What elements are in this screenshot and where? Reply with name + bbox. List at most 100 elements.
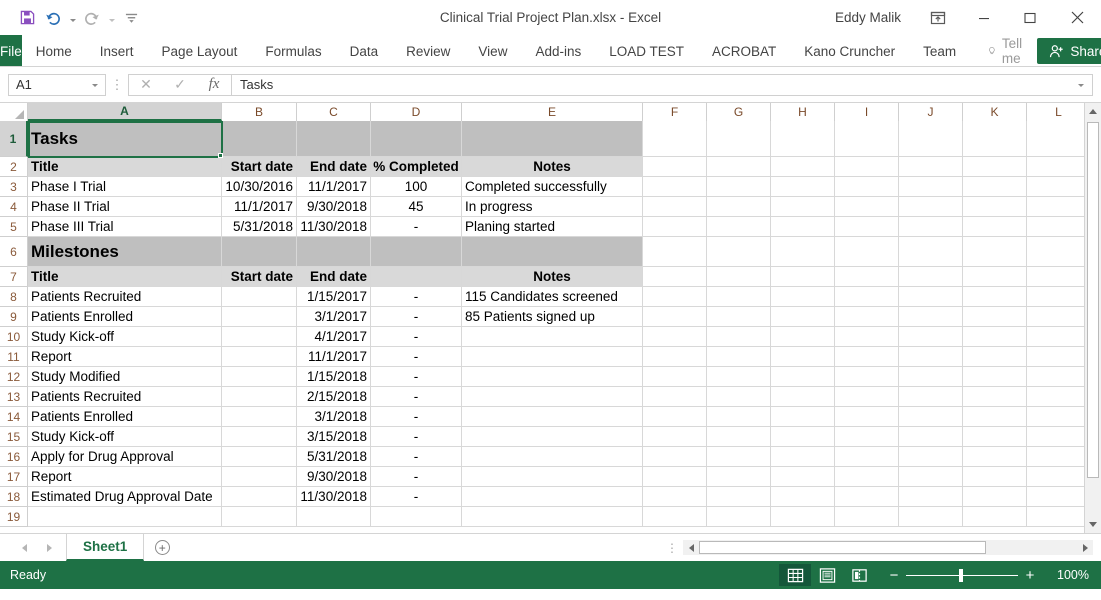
cell-L17[interactable] xyxy=(1027,467,1091,487)
scroll-up-icon[interactable] xyxy=(1085,103,1101,120)
cell-F1[interactable] xyxy=(643,121,707,157)
cell-D5[interactable]: - xyxy=(371,217,462,237)
cell-F10[interactable] xyxy=(643,327,707,347)
cell-K16[interactable] xyxy=(963,447,1027,467)
cell-B8[interactable] xyxy=(222,287,297,307)
cell-C16[interactable]: 5/31/2018 xyxy=(297,447,371,467)
cell-L4[interactable] xyxy=(1027,197,1091,217)
cell-F11[interactable] xyxy=(643,347,707,367)
cell-K13[interactable] xyxy=(963,387,1027,407)
cell-B2[interactable]: Start date xyxy=(222,157,297,177)
cell-B11[interactable] xyxy=(222,347,297,367)
cell-A1[interactable]: Tasks xyxy=(28,121,222,157)
cell-G16[interactable] xyxy=(707,447,771,467)
cell-A5[interactable]: Phase III Trial xyxy=(28,217,222,237)
cell-E7[interactable]: Notes xyxy=(462,267,643,287)
cell-F16[interactable] xyxy=(643,447,707,467)
redo-dropdown-icon[interactable] xyxy=(105,6,118,30)
cell-L19[interactable] xyxy=(1027,507,1091,527)
cell-B5[interactable]: 5/31/2018 xyxy=(222,217,297,237)
cell-D14[interactable]: - xyxy=(371,407,462,427)
tab-formulas[interactable]: Formulas xyxy=(251,35,335,67)
cell-H6[interactable] xyxy=(771,237,835,267)
cell-E9[interactable]: 85 Patients signed up xyxy=(462,307,643,327)
name-box[interactable]: A1 xyxy=(8,73,106,96)
insert-function-icon[interactable]: fx xyxy=(197,75,231,95)
cell-G4[interactable] xyxy=(707,197,771,217)
tab-insert[interactable]: Insert xyxy=(86,35,148,67)
cell-K11[interactable] xyxy=(963,347,1027,367)
cell-C11[interactable]: 11/1/2017 xyxy=(297,347,371,367)
cell-A15[interactable]: Study Kick-off xyxy=(28,427,222,447)
cell-C12[interactable]: 1/15/2018 xyxy=(297,367,371,387)
add-sheet-button[interactable]: + xyxy=(144,534,180,561)
cell-F6[interactable] xyxy=(643,237,707,267)
cell-G9[interactable] xyxy=(707,307,771,327)
cell-J16[interactable] xyxy=(899,447,963,467)
cell-L6[interactable] xyxy=(1027,237,1091,267)
cell-H9[interactable] xyxy=(771,307,835,327)
undo-icon[interactable] xyxy=(40,6,66,30)
cell-J6[interactable] xyxy=(899,237,963,267)
cell-L2[interactable] xyxy=(1027,157,1091,177)
cell-G17[interactable] xyxy=(707,467,771,487)
cell-D3[interactable]: 100 xyxy=(371,177,462,197)
row-header-11[interactable]: 11 xyxy=(0,347,28,367)
cell-H17[interactable] xyxy=(771,467,835,487)
cell-J5[interactable] xyxy=(899,217,963,237)
row-header-10[interactable]: 10 xyxy=(0,327,28,347)
page-break-preview-button[interactable] xyxy=(843,564,875,586)
cell-A11[interactable]: Report xyxy=(28,347,222,367)
cell-A19[interactable] xyxy=(28,507,222,527)
cell-G14[interactable] xyxy=(707,407,771,427)
cell-G1[interactable] xyxy=(707,121,771,157)
cell-I13[interactable] xyxy=(835,387,899,407)
cell-B3[interactable]: 10/30/2016 xyxy=(222,177,297,197)
cell-D18[interactable]: - xyxy=(371,487,462,507)
column-header-H[interactable]: H xyxy=(771,103,835,121)
row-header-12[interactable]: 12 xyxy=(0,367,28,387)
cell-F9[interactable] xyxy=(643,307,707,327)
cell-L9[interactable] xyxy=(1027,307,1091,327)
cell-H7[interactable] xyxy=(771,267,835,287)
cell-D15[interactable]: - xyxy=(371,427,462,447)
vertical-scroll-thumb[interactable] xyxy=(1087,122,1099,478)
fill-handle[interactable] xyxy=(218,153,223,158)
row-header-16[interactable]: 16 xyxy=(0,447,28,467)
cell-H14[interactable] xyxy=(771,407,835,427)
cell-L15[interactable] xyxy=(1027,427,1091,447)
cell-H13[interactable] xyxy=(771,387,835,407)
cell-E13[interactable] xyxy=(462,387,643,407)
cell-B7[interactable]: Start date xyxy=(222,267,297,287)
cell-E8[interactable]: 115 Candidates screened xyxy=(462,287,643,307)
cell-J15[interactable] xyxy=(899,427,963,447)
cell-G6[interactable] xyxy=(707,237,771,267)
cell-E1[interactable] xyxy=(462,121,643,157)
cell-E6[interactable] xyxy=(462,237,643,267)
cell-F3[interactable] xyxy=(643,177,707,197)
cell-G12[interactable] xyxy=(707,367,771,387)
cell-J2[interactable] xyxy=(899,157,963,177)
cell-B6[interactable] xyxy=(222,237,297,267)
row-header-4[interactable]: 4 xyxy=(0,197,28,217)
cell-H8[interactable] xyxy=(771,287,835,307)
cell-I15[interactable] xyxy=(835,427,899,447)
cell-J11[interactable] xyxy=(899,347,963,367)
column-header-I[interactable]: I xyxy=(835,103,899,121)
cell-J13[interactable] xyxy=(899,387,963,407)
cell-J19[interactable] xyxy=(899,507,963,527)
row-header-5[interactable]: 5 xyxy=(0,217,28,237)
cell-I12[interactable] xyxy=(835,367,899,387)
cell-H10[interactable] xyxy=(771,327,835,347)
cell-J9[interactable] xyxy=(899,307,963,327)
scroll-down-icon[interactable] xyxy=(1085,516,1101,533)
cell-K1[interactable] xyxy=(963,121,1027,157)
vertical-scroll-track[interactable] xyxy=(1085,120,1101,516)
select-all-corner[interactable] xyxy=(0,103,28,121)
cell-G15[interactable] xyxy=(707,427,771,447)
maximize-button[interactable] xyxy=(1007,0,1053,35)
column-header-L[interactable]: L xyxy=(1027,103,1091,121)
grid-cells[interactable]: Tasks Title Start date End date% Completed N… xyxy=(28,121,1101,527)
tab-load-test[interactable]: LOAD TEST xyxy=(595,35,698,67)
cell-K4[interactable] xyxy=(963,197,1027,217)
